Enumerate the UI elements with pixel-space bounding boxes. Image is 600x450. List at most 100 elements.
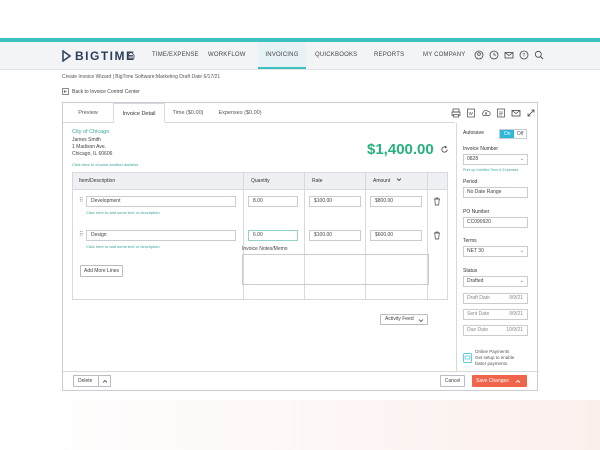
choose-address-link[interactable]: Click here to choose another address	[72, 162, 138, 167]
header-rate: Rate	[312, 178, 323, 184]
sent-date-label: Sent Date	[467, 311, 490, 317]
expand-icon[interactable]	[526, 108, 536, 118]
notes-textarea[interactable]	[242, 254, 429, 285]
back-link[interactable]: Back to Invoice Control Center	[62, 88, 140, 95]
nav-quickbooks[interactable]: QUICKBOOKS	[315, 42, 357, 69]
chevron-down-icon: ⌄	[519, 248, 524, 254]
quantity-input[interactable]: 6.00	[248, 230, 298, 241]
user-icon[interactable]	[474, 50, 484, 60]
save-changes-label: Save Changes	[476, 378, 509, 384]
mail-icon[interactable]	[504, 50, 514, 60]
back-arrow-icon	[62, 88, 69, 95]
nav-time-expense[interactable]: TIME/EXPENSE	[152, 42, 199, 69]
autosave-toggle[interactable]: On Off	[499, 129, 527, 139]
status-select[interactable]: Drafted ⌄	[463, 276, 528, 287]
invoice-number-value: 0828	[467, 156, 479, 162]
status-label: Status	[463, 268, 478, 274]
brand-logo[interactable]: BIGTIME	[62, 49, 136, 63]
cancel-button[interactable]: Cancel	[440, 375, 465, 387]
header-amount-label: Amount	[373, 178, 391, 184]
breadcrumb: Create Invoice Wizard | BigTime Software…	[62, 74, 221, 80]
terms-value: NET 30	[467, 248, 484, 254]
rate-input[interactable]: $100.00	[309, 230, 361, 241]
tab-preview[interactable]: Preview	[63, 103, 113, 123]
bigtime-logo-icon	[62, 50, 72, 62]
back-link-label: Back to Invoice Control Center	[72, 88, 140, 95]
sent-date-field[interactable]: Sent Date 9/9/21	[463, 309, 528, 320]
tab-expenses[interactable]: Expenses ($0.00)	[211, 103, 269, 123]
nav-reports[interactable]: REPORTS	[374, 42, 404, 69]
invoice-toolbar: W	[451, 108, 536, 118]
quantity-input[interactable]: 8.00	[248, 196, 298, 207]
nav-utility-icons: ?	[474, 50, 544, 60]
period-input[interactable]: No Date Range	[463, 187, 528, 198]
due-date-field[interactable]: Due Date 10/9/21	[463, 325, 528, 336]
sent-date-value: 9/9/21	[509, 311, 523, 317]
add-description-link[interactable]: Click here to add some text or descripti…	[86, 210, 160, 215]
client-name[interactable]: City of Chicago	[72, 129, 109, 135]
home-nav-button[interactable]	[127, 42, 135, 69]
add-more-lines-button[interactable]: Add More Lines	[80, 265, 123, 277]
online-payments-icon[interactable]	[463, 353, 472, 363]
nav-invoicing[interactable]: INVOICING	[258, 42, 306, 69]
rate-input[interactable]: $100.00	[309, 196, 361, 207]
amount-input[interactable]: $800.00	[370, 196, 422, 207]
nav-workflow[interactable]: WORKFLOW	[208, 42, 246, 69]
item-description-input[interactable]: Design	[86, 230, 236, 241]
invoice-number-select[interactable]: 0828 ⌄	[463, 154, 528, 165]
chevron-up-icon	[515, 379, 521, 383]
page-background	[0, 400, 600, 450]
print-unbilled-link[interactable]: Print up Unbilled Time & Expenses	[463, 168, 518, 172]
add-description-link[interactable]: Click here to add some text or descripti…	[86, 244, 160, 249]
trash-icon[interactable]	[433, 231, 441, 240]
home-icon	[127, 51, 135, 59]
item-description-input[interactable]: Development	[86, 196, 236, 207]
header-item: Item/Description	[79, 178, 116, 184]
cloud-upload-icon[interactable]	[481, 108, 491, 118]
tab-time[interactable]: Time ($0.00)	[165, 103, 211, 123]
print-icon[interactable]	[451, 108, 461, 118]
word-export-icon[interactable]: W	[466, 108, 476, 118]
po-number-label: PO Number	[463, 209, 490, 215]
nav-my-company[interactable]: MY COMPANY	[423, 42, 465, 69]
template-icon[interactable]	[496, 108, 506, 118]
terms-label: Terms	[463, 238, 477, 244]
chevron-down-icon: ⌄	[519, 278, 524, 284]
search-icon[interactable]	[534, 50, 544, 60]
toggle-on[interactable]: On	[500, 130, 515, 138]
notes-label: Invoice Notes/Memo	[242, 246, 288, 252]
svg-text:W: W	[469, 111, 474, 116]
tab-invoice-detail[interactable]: Invoice Detail	[113, 103, 165, 123]
activity-feed-dropdown[interactable]: Activity Feed	[380, 314, 428, 325]
draft-date-value: 9/9/21	[509, 295, 523, 301]
refresh-icon[interactable]	[440, 145, 449, 154]
client-contact: James Smith	[72, 137, 101, 143]
period-label: Period	[463, 179, 478, 185]
main-nav: BIGTIME TIME/EXPENSE WORKFLOW INVOICING …	[0, 42, 600, 70]
activity-feed-label: Activity Feed	[385, 316, 414, 322]
send-email-icon[interactable]	[511, 108, 521, 118]
save-changes-button[interactable]: Save Changes	[472, 375, 527, 387]
draft-date-label: Draft Date	[467, 295, 490, 301]
invoice-panel: Preview Invoice Detail Time ($0.00) Expe…	[62, 102, 539, 391]
po-number-input[interactable]: CC090920	[463, 217, 528, 228]
drag-handle-icon[interactable]: ⠿	[79, 231, 84, 238]
due-date-label: Due Date	[467, 327, 489, 333]
help-icon[interactable]: ?	[519, 50, 529, 60]
draft-date-field[interactable]: Draft Date 9/9/21	[463, 293, 528, 304]
delete-options-button[interactable]	[98, 375, 111, 387]
chevron-down-icon: ⌄	[519, 156, 524, 162]
trash-icon[interactable]	[433, 197, 441, 206]
clock-icon[interactable]	[489, 50, 499, 60]
header-quantity: Quantity	[251, 178, 270, 184]
due-date-value: 10/9/21	[506, 327, 523, 333]
terms-select[interactable]: NET 30 ⌄	[463, 246, 528, 257]
drag-handle-icon[interactable]: ⠿	[79, 197, 84, 204]
toggle-off[interactable]: Off	[514, 130, 526, 138]
autosave-label: Autosave	[463, 130, 484, 136]
online-payments-line2: Get setup to enable	[475, 355, 515, 360]
chevron-down-icon	[396, 178, 401, 182]
online-payments-line3: faster payments.	[475, 361, 509, 366]
header-amount[interactable]: Amount	[367, 173, 402, 190]
amount-input[interactable]: $600.00	[370, 230, 422, 241]
